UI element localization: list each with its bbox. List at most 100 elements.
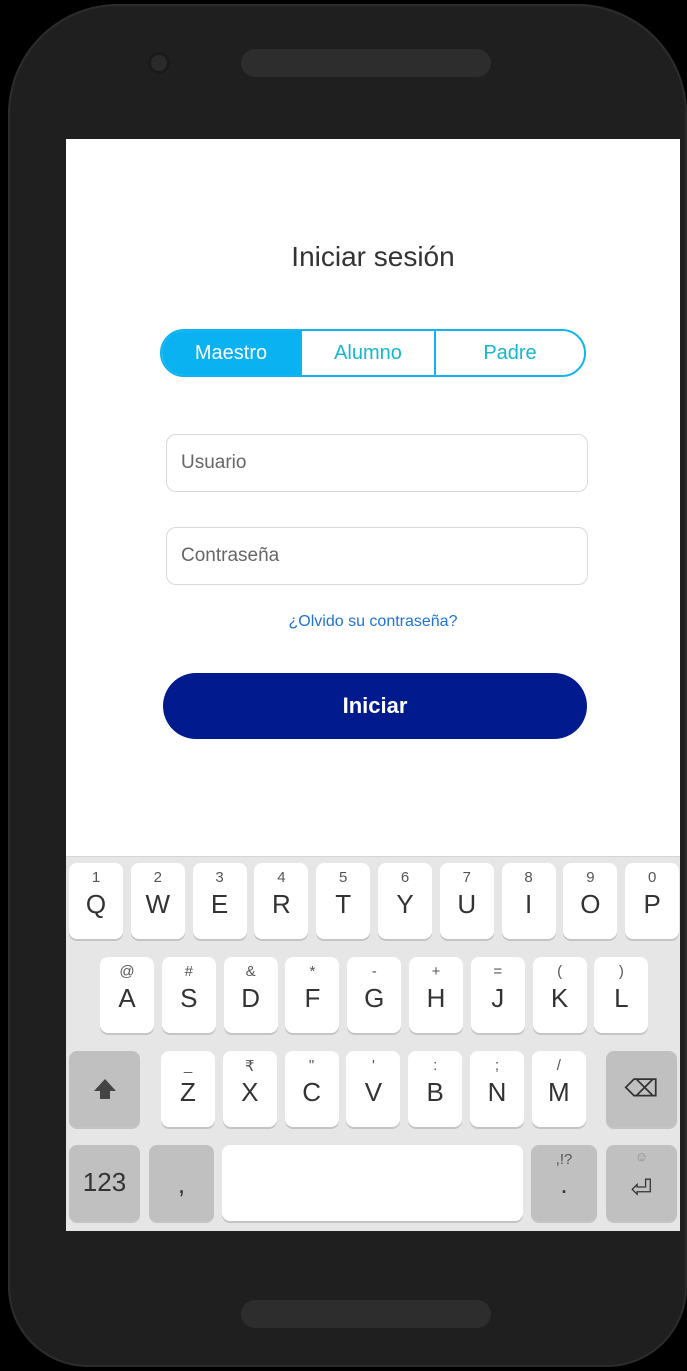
backspace-icon: ⌫ — [624, 1075, 659, 1103]
key-n[interactable]: ; N — [470, 1051, 524, 1127]
emoji-icon: ☺ — [634, 1149, 649, 1164]
key-q[interactable]: 1Q — [69, 863, 123, 939]
key-secondary-label: ( — [557, 963, 563, 980]
key-label: E — [210, 889, 229, 919]
page-title: Iniciar sesión — [291, 241, 455, 272]
key-s[interactable]: # S — [161, 957, 216, 1033]
key-secondary-label: 7 — [462, 869, 471, 886]
key-secondary-label: 3 — [215, 869, 224, 886]
login-button[interactable]: Iniciar — [163, 673, 587, 739]
key-secondary-label: & — [245, 963, 256, 980]
key-secondary-label: # — [184, 963, 193, 980]
comma-key[interactable]: , — [149, 1145, 214, 1221]
key-secondary-label: = — [493, 963, 503, 980]
key-j[interactable]: = J — [470, 957, 525, 1033]
key-o[interactable]: 9O — [563, 863, 618, 939]
key-k[interactable]: (K — [532, 957, 587, 1033]
key-w[interactable]: 2W — [130, 863, 185, 939]
key-v[interactable]: ' V — [346, 1051, 401, 1127]
username-input[interactable] — [166, 434, 588, 492]
key-label: N — [487, 1077, 507, 1107]
key-secondary-label: : — [433, 1057, 438, 1074]
key-secondary-label: 5 — [339, 869, 348, 886]
key-label: Z — [180, 1077, 196, 1107]
key-secondary-label: ) — [618, 963, 624, 980]
key-secondary-label: @ — [119, 963, 135, 980]
key-secondary-label: 4 — [277, 869, 286, 886]
key-secondary-label: 1 — [91, 869, 101, 886]
tab-padre[interactable]: Padre — [434, 331, 584, 375]
key-h[interactable]: + H — [409, 957, 463, 1033]
key-label: B — [426, 1077, 444, 1107]
key-p[interactable]: 0P — [625, 863, 680, 939]
key-secondary-label: ; — [494, 1057, 500, 1074]
key-e[interactable]: 3E — [192, 863, 247, 939]
period-key[interactable]: ,!?. — [531, 1145, 597, 1221]
key-l[interactable]: ) L — [594, 957, 649, 1033]
key-secondary-label: _ — [183, 1057, 193, 1074]
key-u[interactable]: 7U — [439, 863, 494, 939]
role-selector: Maestro Alumno Padre — [160, 329, 586, 377]
key-label: . — [560, 1169, 568, 1199]
key-d[interactable]: & D — [223, 957, 278, 1033]
key-label: A — [118, 983, 136, 1013]
space-key[interactable] — [222, 1145, 523, 1221]
key-label: K — [550, 983, 569, 1013]
key-m[interactable]: / M — [531, 1051, 586, 1127]
forgot-password-link[interactable]: ¿Olvido su contraseña? — [66, 613, 680, 631]
key-label: C — [302, 1077, 321, 1107]
key-z[interactable]: _ Z — [161, 1051, 215, 1127]
key-secondary-label: * — [309, 963, 316, 980]
key-label: U — [457, 889, 477, 919]
key-secondary-label: - — [371, 963, 377, 980]
password-input[interactable] — [166, 527, 588, 585]
key-label: Y — [396, 889, 414, 919]
key-label: R — [272, 889, 291, 919]
key-label: V — [364, 1077, 383, 1107]
key-label: O — [580, 889, 601, 919]
tab-maestro[interactable]: Maestro — [162, 331, 300, 375]
key-f[interactable]: * F — [285, 957, 340, 1033]
key-label: I — [524, 889, 533, 919]
key-label: H — [426, 983, 446, 1013]
key-secondary-label: 2 — [153, 869, 162, 886]
key-r[interactable]: 4R — [254, 863, 309, 939]
key-secondary-label: " — [308, 1057, 315, 1074]
key-secondary-label: ' — [371, 1057, 375, 1074]
backspace-key[interactable]: ⌫ — [606, 1051, 677, 1127]
key-secondary-label: 0 — [648, 869, 657, 886]
key-b[interactable]: :B — [408, 1051, 463, 1127]
key-label: G — [364, 983, 385, 1013]
key-y[interactable]: 6Y — [378, 863, 432, 939]
key-label: T — [335, 889, 352, 919]
soft-keyboard: 1 Q 2 W 3 E 4 R 5 T 6 Y 7 U 8 I 9 O 0 P @ A # S & D * F - G + H = J(K) L _ Z… — [66, 856, 680, 1231]
enter-icon: ⏎ — [630, 1173, 653, 1204]
key-a[interactable]: @ A — [100, 957, 154, 1033]
shift-key[interactable] — [69, 1051, 140, 1127]
key-t[interactable]: 5T — [316, 863, 371, 939]
key-c[interactable]: " C — [284, 1051, 339, 1127]
app-screen: Iniciar sesión Maestro Alumno Padre ¿Olv… — [66, 139, 680, 1231]
numbers-key[interactable]: 123 — [69, 1145, 140, 1221]
key-label: P — [643, 889, 661, 919]
key-label: Q — [85, 889, 107, 919]
camera-icon — [148, 52, 170, 74]
phone-frame: Iniciar sesión Maestro Alumno Padre ¿Olv… — [8, 4, 687, 1367]
key-secondary-label: 9 — [586, 869, 595, 886]
key-label: M — [547, 1077, 570, 1107]
key-i[interactable]: 8I — [501, 863, 556, 939]
key-x[interactable]: ₹ X — [222, 1051, 277, 1127]
key-label: D — [241, 983, 260, 1013]
key-label: J — [491, 983, 505, 1013]
key-label: S — [180, 983, 198, 1013]
key-secondary-label: 6 — [400, 869, 410, 886]
key-secondary-label: 8 — [524, 869, 533, 886]
enter-key[interactable]: ☺ ⏎ — [606, 1145, 677, 1221]
key-label: , — [177, 1169, 186, 1199]
key-secondary-label: + — [431, 963, 441, 980]
key-g[interactable]: -G — [347, 957, 402, 1033]
top-speaker — [241, 49, 491, 77]
key-label: W — [145, 889, 171, 919]
key-label: F — [304, 983, 321, 1013]
tab-alumno[interactable]: Alumno — [300, 331, 434, 375]
